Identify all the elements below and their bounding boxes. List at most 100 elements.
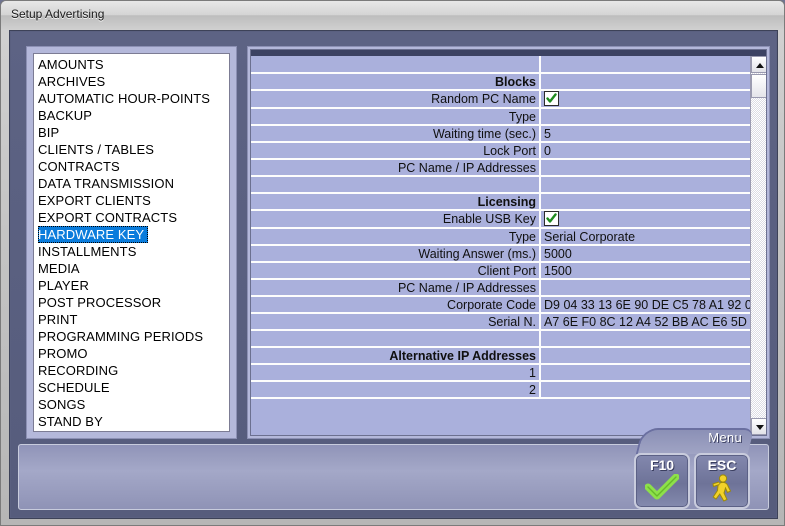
property-label: Type: [251, 228, 541, 246]
checkbox-checked[interactable]: [544, 211, 559, 226]
sidebar-item-recording[interactable]: RECORDING: [34, 362, 229, 379]
window-title: Setup Advertising: [11, 7, 105, 21]
property-value[interactable]: [540, 279, 750, 297]
sidebar-item-print[interactable]: PRINT: [34, 311, 229, 328]
sidebar-item-label: HARDWARE KEY: [38, 226, 149, 243]
property-row[interactable]: Type Serial Corporate: [251, 228, 750, 246]
confirm-button[interactable]: F10: [634, 453, 690, 509]
sidebar-item-programming-periods[interactable]: PROGRAMMING PERIODS: [34, 328, 229, 345]
property-label: Waiting time (sec.): [251, 125, 541, 143]
chevron-down-icon: [756, 425, 764, 430]
property-value: [540, 193, 750, 211]
property-value[interactable]: [540, 108, 750, 126]
application-window: Setup Advertising AMOUNTS ARCHIVES AUTOMAT…: [0, 0, 785, 526]
property-value[interactable]: 0: [540, 142, 750, 160]
sidebar-item-backup[interactable]: BACKUP: [34, 107, 229, 124]
property-row[interactable]: [251, 56, 750, 74]
property-row[interactable]: 2: [251, 381, 750, 399]
footer-bar: Menu F10 ESC: [18, 428, 769, 510]
property-label: Waiting Answer (ms.): [251, 245, 541, 263]
property-row[interactable]: Type: [251, 108, 750, 126]
running-man-icon: [696, 474, 748, 507]
sidebar-item-clients-tables[interactable]: CLIENTS / TABLES: [34, 141, 229, 158]
property-label: Random PC Name: [251, 90, 541, 109]
property-row[interactable]: Waiting time (sec.) 5: [251, 125, 750, 143]
property-value[interactable]: [540, 364, 750, 382]
sidebar-item-automatic-hour-points[interactable]: AUTOMATIC HOUR-POINTS: [34, 90, 229, 107]
property-value: [540, 176, 750, 194]
property-row[interactable]: Corporate Code D9 04 33 13 6E 90 DE C5 78…: [251, 296, 750, 314]
sidebar-item-archives[interactable]: ARCHIVES: [34, 73, 229, 90]
sidebar-item-media[interactable]: MEDIA: [34, 260, 229, 277]
sidebar-item-hardware-key[interactable]: HARDWARE KEY: [34, 226, 229, 243]
scrollbar-thumb[interactable]: [751, 74, 766, 98]
property-label: Blocks: [251, 73, 541, 91]
menu-tab-label: Menu: [708, 430, 742, 445]
property-grid-scroll-area: Blocks Random PC Name Type Waiting time (se…: [251, 56, 750, 435]
scroll-down-button[interactable]: [751, 418, 766, 435]
sidebar-item-promo[interactable]: PROMO: [34, 345, 229, 362]
sidebar-item-stand-by[interactable]: STAND BY: [34, 413, 229, 430]
property-row[interactable]: Serial N. A7 6E F0 8C 12 A4 52 BB AC E6 5…: [251, 313, 750, 331]
exit-button[interactable]: ESC: [694, 453, 750, 509]
property-label: Alternative IP Addresses: [251, 347, 541, 365]
property-value: [540, 56, 750, 74]
property-row[interactable]: PC Name / IP Addresses: [251, 279, 750, 297]
property-label: PC Name / IP Addresses: [251, 279, 541, 297]
property-label: [251, 56, 541, 74]
property-row[interactable]: Random PC Name: [251, 90, 750, 109]
property-row[interactable]: Lock Port 0: [251, 142, 750, 160]
sidebar-item-songs[interactable]: SONGS: [34, 396, 229, 413]
category-list-panel: AMOUNTS ARCHIVES AUTOMATIC HOUR-POINTS BACK…: [26, 46, 237, 439]
property-value[interactable]: [540, 381, 750, 399]
property-value[interactable]: D9 04 33 13 6E 90 DE C5 78 A1 92 0: [540, 296, 750, 314]
property-row[interactable]: Waiting Answer (ms.) 5000: [251, 245, 750, 263]
property-value[interactable]: [540, 210, 750, 229]
property-row[interactable]: 1: [251, 364, 750, 382]
sidebar-item-post-processor[interactable]: POST PROCESSOR: [34, 294, 229, 311]
sidebar-item-export-contracts[interactable]: EXPORT CONTRACTS: [34, 209, 229, 226]
property-row[interactable]: Licensing: [251, 193, 750, 211]
property-value: [540, 347, 750, 365]
sidebar-item-amounts[interactable]: AMOUNTS: [34, 56, 229, 73]
property-row[interactable]: [251, 330, 750, 348]
property-value[interactable]: Serial Corporate: [540, 228, 750, 246]
property-row[interactable]: Blocks: [251, 73, 750, 91]
property-label: Lock Port: [251, 142, 541, 160]
property-value[interactable]: [540, 90, 750, 109]
property-row[interactable]: [251, 176, 750, 194]
property-label: 2: [251, 381, 541, 399]
property-value[interactable]: A7 6E F0 8C 12 A4 52 BB AC E6 5D: [540, 313, 750, 331]
property-value[interactable]: 5: [540, 125, 750, 143]
property-label: Corporate Code: [251, 296, 541, 314]
title-bar: Setup Advertising: [1, 1, 784, 29]
scroll-up-button[interactable]: [751, 56, 766, 73]
property-label: 1: [251, 364, 541, 382]
property-value[interactable]: [540, 159, 750, 177]
checkbox-checked[interactable]: [544, 91, 559, 106]
property-value: [540, 330, 750, 348]
property-label: PC Name / IP Addresses: [251, 159, 541, 177]
check-icon: [546, 213, 557, 223]
property-grid-table: Blocks Random PC Name Type Waiting time (se…: [251, 56, 750, 399]
sidebar-item-data-transmission[interactable]: DATA TRANSMISSION: [34, 175, 229, 192]
property-row[interactable]: PC Name / IP Addresses: [251, 159, 750, 177]
property-value[interactable]: 1500: [540, 262, 750, 280]
vertical-scrollbar[interactable]: [750, 56, 766, 435]
exit-button-key: ESC: [707, 457, 737, 473]
property-row[interactable]: Alternative IP Addresses: [251, 347, 750, 365]
property-label: Client Port: [251, 262, 541, 280]
sidebar-item-installments[interactable]: INSTALLMENTS: [34, 243, 229, 260]
sidebar-item-schedule[interactable]: SCHEDULE: [34, 379, 229, 396]
sidebar-item-bip[interactable]: BIP: [34, 124, 229, 141]
property-row[interactable]: Enable USB Key: [251, 210, 750, 229]
property-value[interactable]: 5000: [540, 245, 750, 263]
property-row[interactable]: Client Port 1500: [251, 262, 750, 280]
app-body-inner: AMOUNTS ARCHIVES AUTOMATIC HOUR-POINTS BACK…: [11, 32, 776, 517]
sidebar-item-player[interactable]: PLAYER: [34, 277, 229, 294]
category-listbox[interactable]: AMOUNTS ARCHIVES AUTOMATIC HOUR-POINTS BACK…: [33, 53, 230, 432]
property-grid-panel: Blocks Random PC Name Type Waiting time (se…: [247, 46, 770, 439]
sidebar-item-export-clients[interactable]: EXPORT CLIENTS: [34, 192, 229, 209]
sidebar-item-contracts[interactable]: CONTRACTS: [34, 158, 229, 175]
chevron-up-icon: [756, 63, 764, 68]
